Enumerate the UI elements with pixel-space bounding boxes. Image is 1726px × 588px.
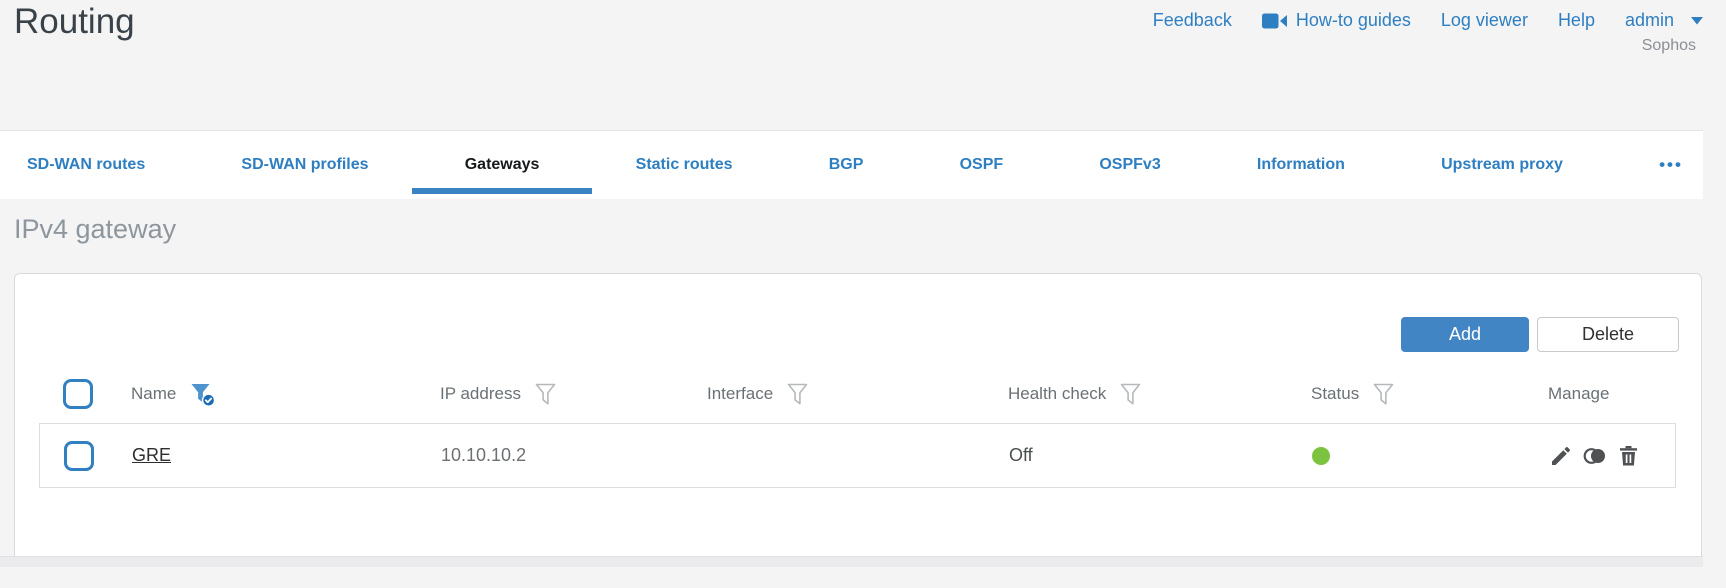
- tab-ospfv3[interactable]: OSPFv3: [1099, 131, 1160, 199]
- edit-icon[interactable]: [1549, 444, 1573, 468]
- status-up-indicator: [1312, 446, 1330, 465]
- filter-icon[interactable]: [787, 383, 808, 406]
- column-header-interface: Interface: [707, 384, 774, 403]
- user-label: admin: [1624, 10, 1674, 30]
- tab-upstream-proxy[interactable]: Upstream proxy: [1441, 131, 1563, 199]
- tab-ospf[interactable]: OSPF: [960, 131, 1004, 199]
- top-nav: Feedback How-to guides Log viewer Help a…: [1153, 10, 1703, 31]
- chevron-down-icon: [1691, 16, 1703, 25]
- feedback-label: Feedback: [1152, 10, 1232, 30]
- page-title: Routing: [14, 2, 135, 41]
- column-header-status: Status: [1311, 384, 1360, 403]
- howto-guides-link[interactable]: How-to guides: [1261, 10, 1411, 31]
- tab-bar: SD-WAN routes SD-WAN profiles Gateways S…: [0, 130, 1703, 199]
- videocam-icon: [1261, 12, 1287, 30]
- manage-actions: [1549, 444, 1675, 468]
- tab-sdwan-profiles[interactable]: SD-WAN profiles: [241, 131, 368, 199]
- table-header: Name IP address Interface Health check S…: [15, 365, 1701, 423]
- column-header-ip-address: IP address: [440, 384, 521, 403]
- tab-sdwan-routes[interactable]: SD-WAN routes: [27, 131, 145, 199]
- filter-icon[interactable]: [1373, 383, 1394, 406]
- help-label: Help: [1557, 10, 1595, 30]
- tab-bgp[interactable]: BGP: [829, 131, 864, 199]
- column-header-health-check: Health check: [1008, 384, 1107, 403]
- filter-icon[interactable]: [1120, 383, 1141, 406]
- clone-icon[interactable]: [1582, 444, 1608, 468]
- delete-icon[interactable]: [1617, 444, 1640, 468]
- tab-static-routes[interactable]: Static routes: [636, 131, 733, 199]
- section-heading: IPv4 gateway: [14, 214, 177, 244]
- toolbar: Add Delete: [15, 274, 1701, 352]
- howto-guides-label: How-to guides: [1295, 10, 1411, 30]
- user-menu[interactable]: admin: [1625, 10, 1703, 31]
- more-tabs-icon[interactable]: •••: [1659, 131, 1683, 199]
- page: Routing Feedback How-to guides Log viewe…: [0, 0, 1703, 567]
- ipv4-gateway-panel: Add Delete Name IP address Interface Hea…: [14, 273, 1702, 567]
- filter-active-icon[interactable]: [190, 382, 217, 407]
- tab-information[interactable]: Information: [1257, 131, 1345, 199]
- column-header-name: Name: [131, 384, 177, 403]
- filter-icon[interactable]: [535, 383, 556, 406]
- delete-button[interactable]: Delete: [1537, 317, 1679, 352]
- row-checkbox[interactable]: [64, 440, 94, 471]
- column-header-manage: Manage: [1548, 384, 1610, 403]
- select-all-checkbox[interactable]: [63, 379, 93, 409]
- gateway-name-link[interactable]: GRE: [132, 445, 171, 465]
- add-button[interactable]: Add: [1401, 317, 1529, 352]
- feedback-link[interactable]: Feedback: [1153, 10, 1232, 31]
- gateway-health-check: Off: [1009, 445, 1033, 465]
- help-link[interactable]: Help: [1558, 10, 1595, 31]
- gateway-ip-address: 10.10.10.2: [441, 445, 527, 465]
- page-header: Routing Feedback How-to guides Log viewe…: [0, 0, 1703, 130]
- footer-strip: [0, 556, 1703, 567]
- tab-gateways[interactable]: Gateways: [465, 131, 540, 199]
- log-viewer-link[interactable]: Log viewer: [1441, 10, 1528, 31]
- account-name: Sophos: [1641, 37, 1696, 54]
- log-viewer-label: Log viewer: [1440, 10, 1528, 30]
- table-row: GRE 10.10.10.2 Off: [39, 423, 1676, 488]
